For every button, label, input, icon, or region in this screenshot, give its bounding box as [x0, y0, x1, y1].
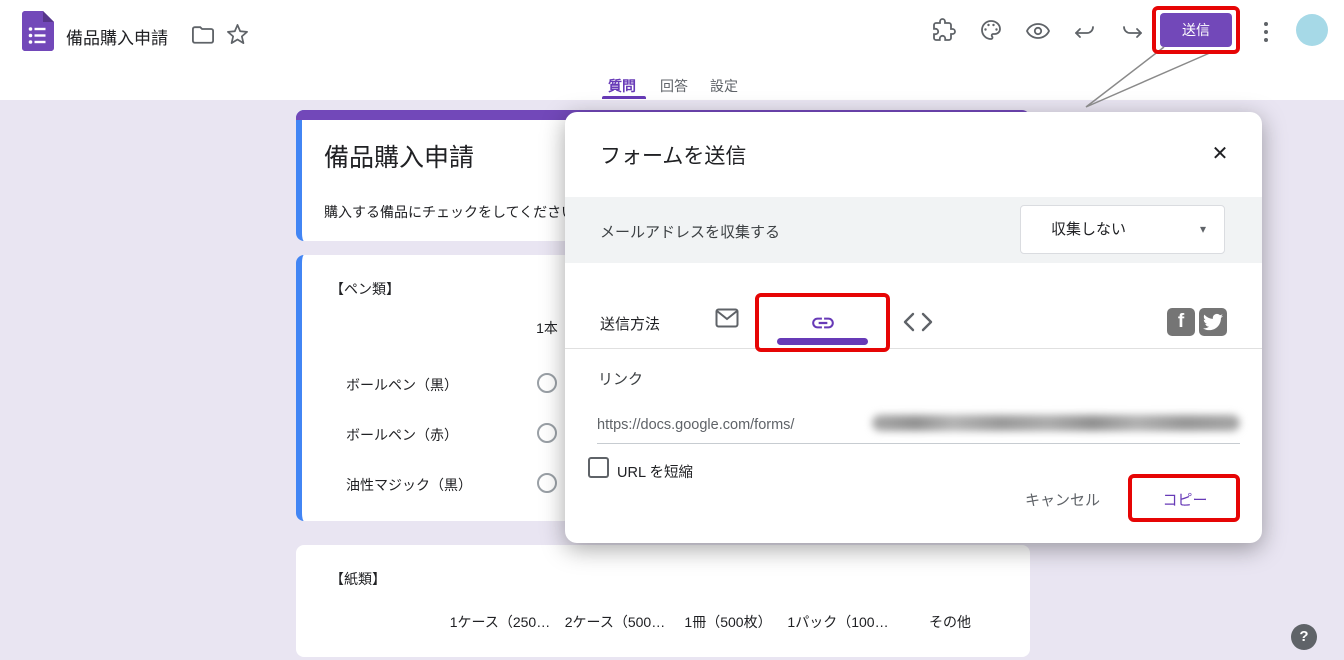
document-title[interactable]: 備品購入申請	[66, 24, 168, 49]
help-button[interactable]: ?	[1291, 624, 1317, 650]
facebook-letter: f	[1167, 308, 1195, 336]
redo-icon[interactable]	[1120, 20, 1144, 44]
cancel-button[interactable]: キャンセル	[1015, 487, 1110, 515]
tab-questions[interactable]: 質問	[600, 76, 644, 96]
embed-code-icon	[902, 310, 934, 334]
radio-button[interactable]	[537, 473, 557, 493]
radio-button[interactable]	[537, 423, 557, 443]
divider	[565, 348, 1262, 349]
share-twitter-icon[interactable]	[1199, 308, 1227, 336]
collect-email-select[interactable]: 収集しない ▾	[1020, 205, 1225, 254]
more-options-kebab-icon[interactable]	[1258, 18, 1274, 46]
collect-email-label: メールアドレスを収集する	[600, 221, 780, 242]
move-folder-icon[interactable]	[192, 25, 214, 44]
dialog-title: フォームを送信	[600, 140, 746, 170]
chevron-down-icon: ▾	[1200, 206, 1206, 253]
account-avatar[interactable]	[1296, 14, 1328, 46]
envelope-icon	[715, 308, 739, 328]
form-card-title: 備品購入申請	[324, 138, 474, 174]
active-tab-indicator	[602, 96, 646, 99]
url-field-underline	[597, 443, 1240, 444]
collect-email-row: メールアドレスを収集する 収集しない ▾	[565, 197, 1262, 263]
form-card-description: 購入する備品にチェックをしてください	[324, 202, 575, 222]
google-forms-page: 備品購入申請 送信	[0, 0, 1344, 660]
tab-settings[interactable]: 設定	[702, 76, 746, 96]
app-header: 備品購入申請 送信	[0, 0, 1344, 100]
grid-column-header: 1パック（100…	[787, 612, 888, 632]
send-method-label: 送信方法	[600, 313, 660, 334]
close-icon[interactable]: ✕	[1208, 142, 1232, 166]
grid-column-header: 2ケース（500…	[565, 612, 665, 632]
grid-row-label: ボールペン（黒）	[346, 375, 458, 395]
question-title: 【紙類】	[330, 569, 386, 589]
grid-row-label: ボールペン（赤）	[346, 425, 458, 445]
share-facebook-icon[interactable]: f	[1167, 308, 1195, 336]
question-title: 【ペン類】	[330, 279, 400, 299]
form-url-value[interactable]: https://docs.google.com/forms/	[597, 417, 794, 433]
send-method-embed-tab[interactable]	[895, 300, 941, 346]
grid-column-header: 1本	[536, 318, 558, 338]
theme-palette-icon[interactable]	[979, 18, 1003, 42]
shorten-url-checkbox[interactable]	[588, 457, 609, 478]
twitter-bird-icon	[1203, 313, 1223, 331]
radio-button[interactable]	[537, 373, 557, 393]
undo-icon[interactable]	[1073, 20, 1097, 44]
send-button[interactable]: 送信	[1160, 13, 1232, 47]
active-method-indicator	[777, 338, 868, 345]
link-icon	[810, 310, 836, 336]
copy-button[interactable]: コピー	[1142, 487, 1228, 515]
add-ons-puzzle-icon[interactable]	[932, 18, 956, 42]
shorten-url-label: URL を短縮	[617, 461, 693, 482]
star-icon[interactable]	[226, 23, 249, 46]
select-value: 収集しない	[1051, 206, 1126, 253]
grid-column-header: 1冊（500枚）	[684, 612, 771, 632]
send-form-dialog: フォームを送信 ✕ メールアドレスを収集する 収集しない ▾ 送信方法	[565, 112, 1262, 543]
question-card-paper[interactable]: 【紙類】 1ケース（250… 2ケース（500… 1冊（500枚） 1パック（1…	[296, 545, 1030, 657]
link-section-label: リンク	[598, 368, 643, 389]
form-url-blurred-part	[872, 415, 1240, 431]
tab-responses[interactable]: 回答	[652, 76, 696, 96]
preview-eye-icon[interactable]	[1026, 19, 1050, 43]
send-method-email-tab[interactable]	[704, 300, 750, 346]
grid-row-label: 油性マジック（黒）	[346, 475, 472, 495]
grid-column-header: 1ケース（250…	[450, 612, 550, 632]
grid-column-header: その他	[929, 612, 971, 632]
google-forms-logo-icon[interactable]	[22, 11, 54, 51]
